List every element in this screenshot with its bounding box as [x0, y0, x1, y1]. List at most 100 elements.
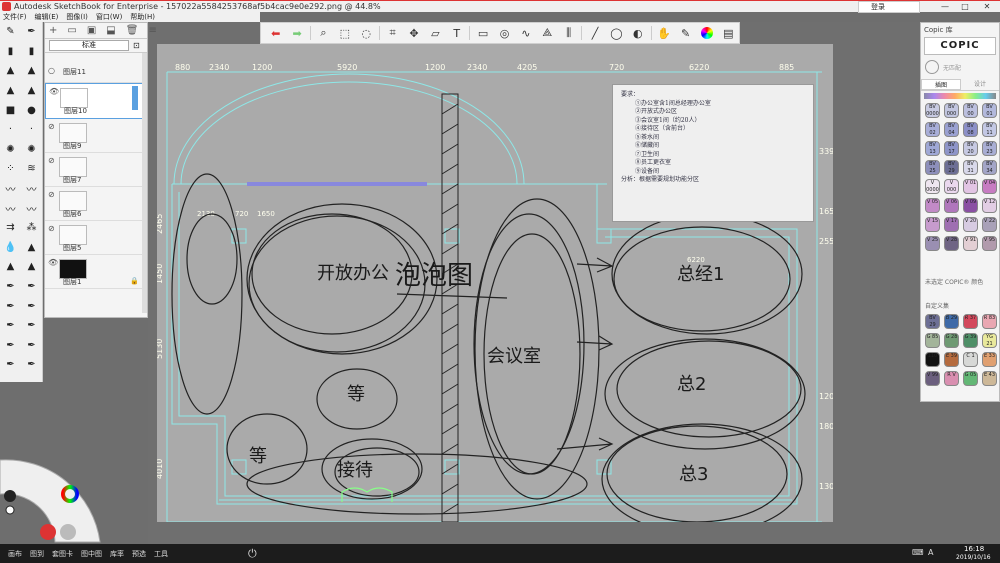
bottom-item-library[interactable]: 库率 [110, 549, 124, 559]
menu-file[interactable]: 文件(F) [3, 12, 27, 22]
copic-swatch[interactable]: G 28 [944, 333, 959, 348]
visibility-toggle-icon[interactable]: ○ [48, 66, 55, 75]
hue-strip[interactable] [924, 93, 996, 99]
undo-icon[interactable]: ⬅ [265, 24, 286, 42]
layer-menu-icon[interactable]: ≡ [148, 25, 156, 36]
add-image-icon[interactable]: ▣ [87, 25, 96, 36]
copic-swatch[interactable]: B 29 [944, 314, 959, 329]
trash-icon[interactable]: 🗑 [126, 25, 139, 36]
brush-eraser-hard-icon[interactable]: ▲ [24, 258, 40, 275]
copic-swatch[interactable]: BV 01 [982, 103, 997, 118]
keyboard-icon[interactable]: ⌨ [912, 548, 924, 557]
brush-stroke-f-icon[interactable]: ⁂ [24, 219, 40, 236]
copic-swatch[interactable]: BV 23 [982, 141, 997, 156]
merge-icon[interactable]: ⬓ [106, 25, 115, 36]
select-icon[interactable]: ⬚ [334, 24, 355, 42]
layer-row[interactable]: ⊘ 图层6 [45, 187, 147, 221]
copic-swatch[interactable]: G 85 [925, 333, 940, 348]
brush-crayon-icon[interactable]: ● [24, 102, 40, 119]
brush-pen-b-icon[interactable]: ✒ [24, 278, 40, 295]
copic-swatch[interactable]: R 37 [963, 314, 978, 329]
copic-swatch[interactable]: BV 00 [963, 103, 978, 118]
brush-fineliner-icon[interactable]: ▲ [24, 62, 40, 79]
brush-pen-icon[interactable]: ✒ [24, 23, 40, 40]
layer-lock-icon[interactable]: ⊡ [133, 41, 140, 50]
copic-swatch[interactable]: V 17 [944, 217, 959, 232]
copic-swatch[interactable]: R 83 [982, 314, 997, 329]
brush-pencil-icon[interactable]: ✎ [3, 23, 19, 40]
visibility-toggle-icon[interactable]: ⊘ [48, 190, 55, 199]
clock-date[interactable]: 2019/10/16 [956, 554, 991, 561]
copic-swatch[interactable]: E 43 [982, 371, 997, 386]
copic-swatch[interactable]: V 0000 [925, 179, 940, 194]
copic-swatch[interactable]: V 95 [982, 236, 997, 251]
brush-soft-icon[interactable]: · [3, 121, 19, 138]
bottom-item-pip[interactable]: 图中图 [81, 549, 102, 559]
brush-pen-h-icon[interactable]: ✒ [24, 337, 40, 354]
zoom-icon[interactable]: ⌕ [313, 24, 334, 42]
copic-swatch[interactable]: BV 17 [944, 141, 959, 156]
copic-swatch[interactable]: BV 0000 [925, 103, 940, 118]
brush-smear-icon[interactable]: ▲ [24, 239, 40, 256]
brush-hard-icon[interactable]: · [24, 121, 40, 138]
layers-toggle-icon[interactable]: ▤ [718, 24, 739, 42]
ellipse-icon[interactable]: ◎ [494, 24, 515, 42]
brush-stroke-e-icon[interactable]: ⇉ [3, 219, 19, 236]
add-folder-icon[interactable]: ▭ [67, 25, 76, 36]
layer-row-selected[interactable]: 👁 图层10 [45, 83, 147, 119]
bottom-item-canvas[interactable]: 画布 [8, 549, 22, 559]
fill-icon[interactable]: ◐ [627, 24, 648, 42]
bottom-item-set[interactable]: 套图卡 [52, 549, 73, 559]
copic-swatch[interactable]: V 05 [925, 198, 940, 213]
brush-airbrush-icon[interactable]: ■ [3, 102, 19, 119]
redo-icon[interactable]: ➡ [286, 24, 307, 42]
brush-size-dot[interactable] [4, 490, 16, 502]
copic-swatch[interactable]: V 06 [944, 198, 959, 213]
copic-swatch[interactable]: V 09 [963, 198, 978, 213]
eye-icon[interactable]: 👁 [48, 258, 58, 267]
brush-pen-e-icon[interactable]: ✒ [3, 317, 19, 334]
brush-pen-f-icon[interactable]: ✒ [24, 317, 40, 334]
tab-illustration[interactable]: 插图 [921, 79, 961, 90]
french-curve-icon[interactable]: ∿ [515, 24, 536, 42]
brush-pen-g-icon[interactable]: ✒ [3, 337, 19, 354]
brush-spray-icon[interactable]: ✺ [3, 141, 19, 158]
crop-icon[interactable]: ⌗ [382, 24, 403, 42]
visibility-toggle-icon[interactable]: ⊘ [48, 122, 55, 131]
brushes-icon[interactable]: ✎ [675, 24, 696, 42]
power-icon[interactable]: ⏻ [248, 547, 257, 561]
copic-swatch[interactable]: R V [944, 371, 959, 386]
copic-swatch[interactable]: BV 000 [944, 103, 959, 118]
layer-row[interactable]: ○ 图层11 [45, 61, 147, 83]
menu-image[interactable]: 图像(I) [66, 12, 88, 22]
copic-swatch[interactable]: E 39 [944, 352, 959, 367]
opacity-slider[interactable] [132, 86, 138, 110]
lasso-icon[interactable]: ◌ [356, 24, 377, 42]
layer-row[interactable]: ⊘ 图层9 [45, 119, 147, 153]
copic-icon[interactable]: ✋ [653, 24, 674, 42]
brush-pen-a-icon[interactable]: ✒ [3, 278, 19, 295]
brush-ballpoint-icon[interactable]: ▲ [3, 62, 19, 79]
ime-indicator[interactable]: A [928, 548, 933, 557]
clock-time[interactable]: 16:18 [964, 545, 984, 553]
blend-mode-select[interactable]: 标准 [49, 40, 129, 51]
brush-eraser-icon[interactable]: ▲ [3, 258, 19, 275]
visibility-toggle-icon[interactable]: ⊘ [48, 156, 55, 165]
brush-pen-j-icon[interactable]: ✒ [24, 356, 40, 373]
copic-swatch[interactable]: BV 29 [944, 160, 959, 175]
copic-swatch[interactable]: 110 [925, 352, 940, 367]
copic-swatch[interactable]: V 28 [944, 236, 959, 251]
brush-stroke-d-icon[interactable]: 〰 [24, 200, 40, 217]
copic-swatch[interactable]: V 91 [963, 236, 978, 251]
menu-window[interactable]: 窗口(W) [96, 12, 122, 22]
copic-swatch[interactable]: G 05 [963, 371, 978, 386]
copic-swatch[interactable]: V 12 [982, 198, 997, 213]
copic-swatch[interactable]: V 99 [925, 371, 940, 386]
copic-swatch[interactable]: BV 20 [963, 141, 978, 156]
symmetry-icon[interactable]: ⫼ [558, 24, 579, 42]
brush-pen-c-icon[interactable]: ✒ [3, 298, 19, 315]
lagoon-redo-icon[interactable] [60, 524, 76, 540]
copic-swatch[interactable]: BV 02 [925, 122, 940, 137]
add-layer-icon[interactable]: + [49, 25, 57, 36]
copic-swatch[interactable]: G 39 [963, 333, 978, 348]
